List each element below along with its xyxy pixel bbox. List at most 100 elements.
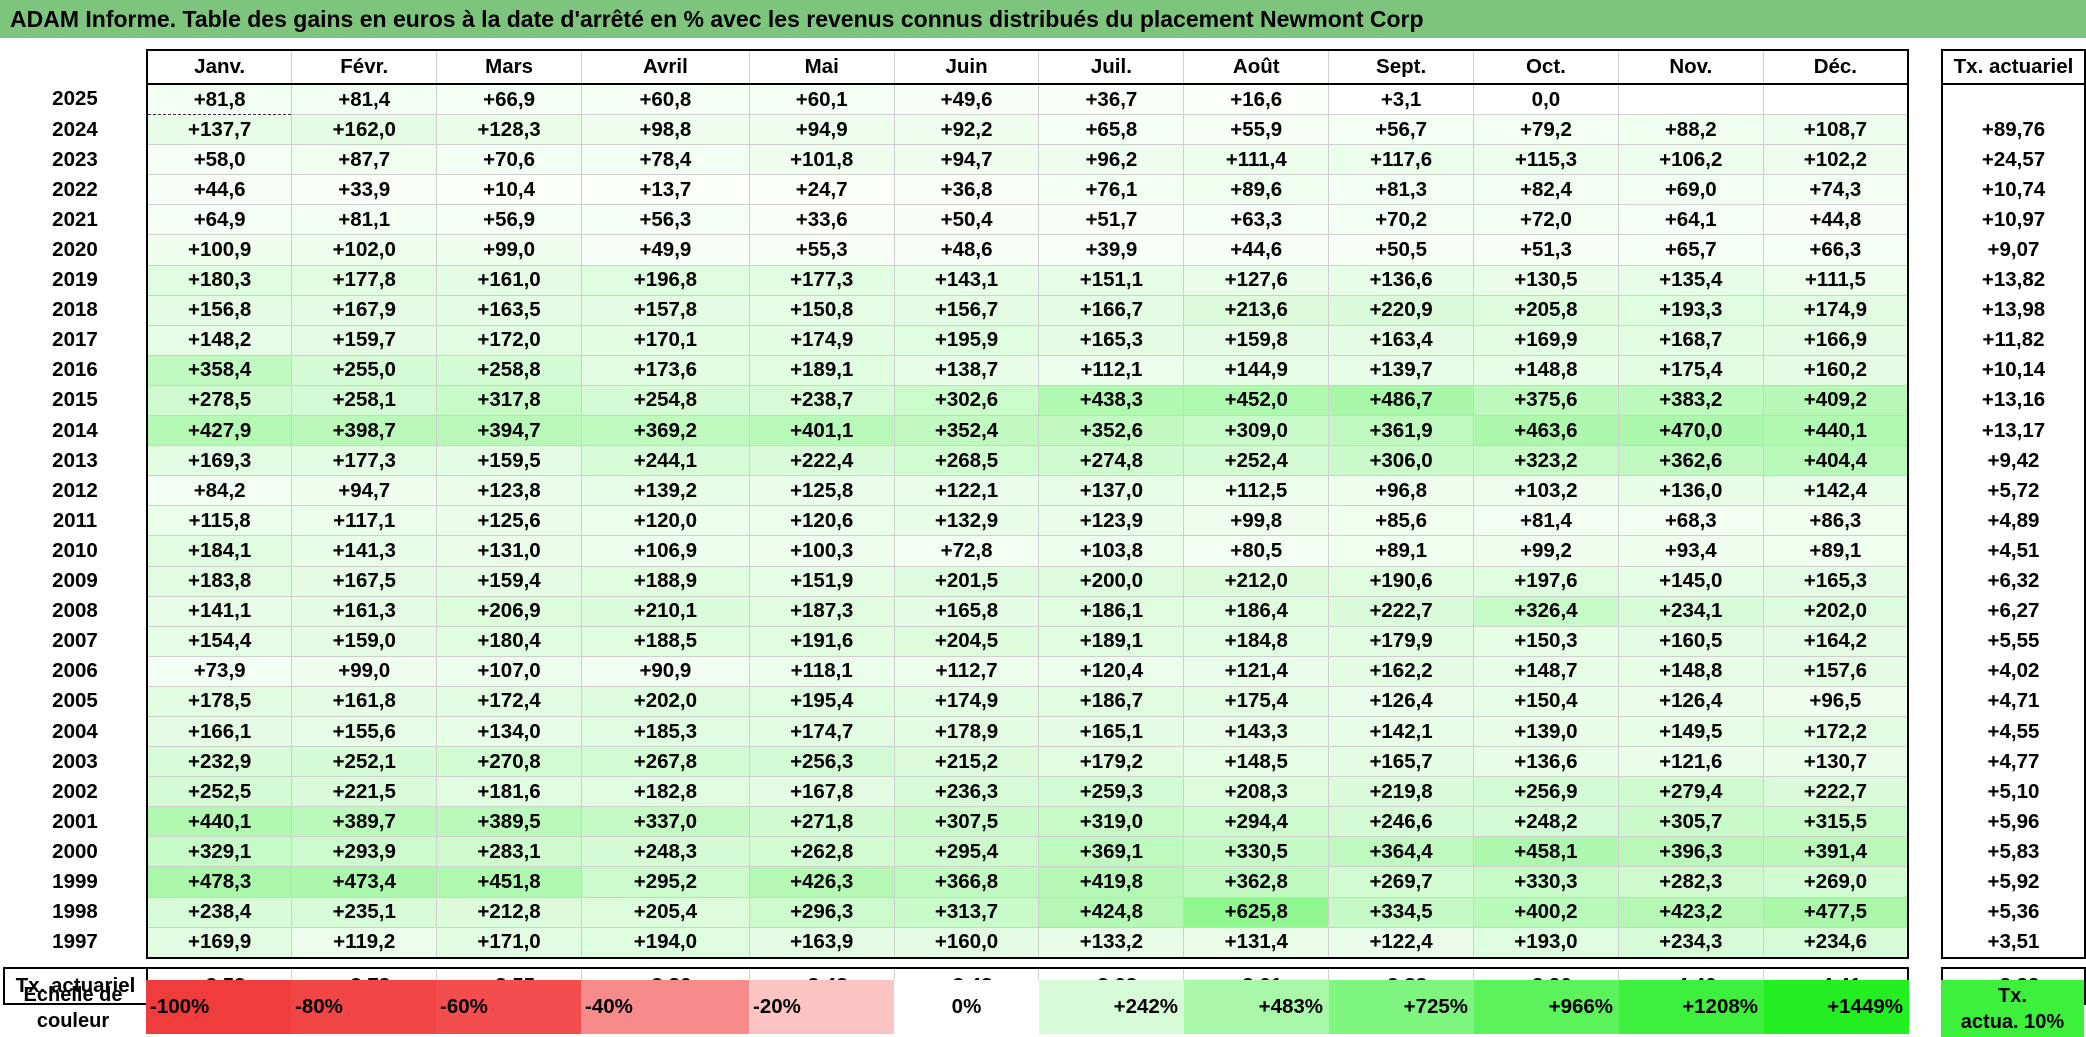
- gain-cell: +309,0: [1183, 415, 1330, 447]
- color-scale-legend: Echelle de couleur -100% -80% -60% -40% -20%…: [0, 980, 2086, 1037]
- year-label: 2006: [52, 659, 98, 683]
- gain-cell: +143,1: [893, 264, 1040, 296]
- gain-cell: +221,5: [291, 776, 438, 808]
- gain-cell: +159,5: [436, 445, 582, 477]
- column-separator: [1908, 385, 1942, 416]
- gain-cell: +157,6: [1762, 655, 1910, 687]
- annual-rate-cell: +24,57: [1940, 144, 2086, 175]
- gain-cell: +94,7: [291, 475, 438, 507]
- month-header: Janv.: [145, 49, 293, 85]
- gain-cell: +166,9: [1762, 324, 1910, 356]
- gain-cell: +142,1: [1328, 715, 1474, 748]
- gain-cell: +131,4: [1183, 926, 1330, 959]
- gain-cell: +65,8: [1038, 114, 1185, 146]
- gain-cell: +452,0: [1183, 384, 1330, 417]
- legend-label: Echelle de couleur: [0, 980, 146, 1037]
- annual-rate-cell: +4,55: [1940, 716, 2086, 747]
- year-label: 2003: [52, 749, 98, 773]
- annual-rate-cell: +5,36: [1940, 897, 2086, 928]
- gain-cell: +73,9: [145, 655, 293, 687]
- gain-cell: +50,5: [1328, 234, 1474, 266]
- month-header: Avril: [580, 49, 750, 85]
- column-separator: [1908, 746, 1942, 777]
- gain-cell: +125,6: [436, 505, 582, 537]
- table-row: 2016 +358,4 +255,0 +258,8 +173,6 +189,1 +138,7…: [4, 354, 2086, 386]
- gain-cell: +270,8: [436, 746, 582, 778]
- gain-cell: +96,5: [1762, 685, 1910, 717]
- gain-cell: +64,9: [145, 204, 293, 236]
- legend-swatch: +483%: [1184, 980, 1329, 1034]
- gain-cell: +334,5: [1328, 896, 1474, 928]
- column-separator: [1908, 174, 1942, 205]
- gain-cell: +103,2: [1473, 475, 1619, 507]
- annual-rate-cell: +10,97: [1940, 204, 2086, 235]
- table-row: 2013 +169,3 +177,3 +159,5 +244,1 +222,4 +268,5…: [4, 445, 2086, 477]
- column-separator: [1908, 445, 1942, 476]
- gain-cell: +159,7: [291, 324, 438, 356]
- table-row: 2009 +183,8 +167,5 +159,4 +188,9 +151,9 +201,5…: [4, 565, 2086, 597]
- gain-cell: +234,6: [1762, 926, 1910, 959]
- gain-cell: +204,5: [893, 625, 1040, 657]
- gain-cell: +195,4: [748, 685, 895, 717]
- annual-rate-cell: +4,77: [1940, 746, 2086, 777]
- table-row: 1998 +238,4 +235,1 +212,8 +205,4 +296,3 +313,7…: [4, 896, 2086, 928]
- gain-cell: +625,8: [1183, 896, 1330, 928]
- gain-cell: +72,0: [1473, 204, 1619, 236]
- gain-cell: +172,2: [1762, 715, 1910, 748]
- gain-cell: +118,1: [748, 655, 895, 687]
- gain-cell: +186,7: [1038, 685, 1185, 717]
- gain-cell: +293,9: [291, 836, 438, 868]
- legend-label-line1: Echelle de: [23, 984, 123, 1006]
- gain-cell: +136,6: [1328, 264, 1474, 296]
- gain-cell: +296,3: [748, 896, 895, 928]
- gain-cell: +463,6: [1473, 415, 1619, 447]
- year-label: 2024: [52, 117, 98, 141]
- gain-cell: +178,5: [145, 685, 293, 717]
- legend-swatch: -60%: [436, 980, 581, 1034]
- gain-cell: +120,0: [580, 505, 750, 537]
- gain-cell: +150,8: [748, 294, 895, 326]
- annual-rate-cell: +5,83: [1940, 836, 2086, 867]
- gain-cell: +248,2: [1473, 806, 1619, 838]
- gain-cell: +295,4: [893, 836, 1040, 868]
- gain-cell: +177,3: [291, 445, 438, 477]
- gain-cell: +51,7: [1038, 204, 1185, 236]
- gain-cell: +271,8: [748, 806, 895, 838]
- column-separator: [1908, 776, 1942, 807]
- column-separator: [1908, 114, 1942, 145]
- gain-cell: 0,0: [1473, 83, 1619, 116]
- table-row: 2021 +64,9 +81,1 +56,9 +56,3 +33,6 +50,4 +51,7 +…: [4, 204, 2086, 236]
- annual-rate-cell: +13,17: [1940, 415, 2086, 446]
- gain-cell: +96,2: [1038, 144, 1185, 176]
- table-row: 2014 +427,9 +398,7 +394,7 +369,2 +401,1 +352,4…: [4, 415, 2086, 447]
- annual-rate-cell: +9,07: [1940, 234, 2086, 266]
- gain-cell: +389,7: [291, 806, 438, 838]
- table-row: 2012 +84,2 +94,7 +123,8 +139,2 +125,8 +122,1 +1…: [4, 475, 2086, 507]
- gain-cell: +438,3: [1038, 384, 1185, 417]
- gain-cell: +155,6: [291, 715, 438, 748]
- annual-rate-cell: +6,27: [1940, 596, 2086, 627]
- gain-cell: +213,6: [1183, 294, 1330, 326]
- annual-rate-cell: +6,32: [1940, 566, 2086, 597]
- gain-cell: +206,9: [436, 595, 582, 627]
- gain-cell: +79,2: [1473, 114, 1619, 146]
- column-separator: [1908, 355, 1942, 386]
- annual-rate-cell: +13,98: [1940, 295, 2086, 326]
- annual-rate-header: Tx. actuariel: [1940, 49, 2086, 85]
- gain-cell: +205,4: [580, 896, 750, 928]
- gain-cell: +282,3: [1617, 866, 1764, 898]
- table-row: 2007 +154,4 +159,0 +180,4 +188,5 +191,6 +204,5…: [4, 625, 2086, 657]
- gain-cell: +232,9: [145, 746, 293, 778]
- gain-cell: +90,9: [580, 655, 750, 687]
- gain-cell: +119,2: [291, 926, 438, 959]
- legend-swatch: -40%: [581, 980, 749, 1034]
- gain-cell: +181,6: [436, 776, 582, 808]
- gain-cell: +307,5: [893, 806, 1040, 838]
- year-label: 2023: [52, 147, 98, 171]
- gain-cell: +440,1: [1762, 415, 1910, 447]
- gain-cell: +305,7: [1617, 806, 1764, 838]
- gain-cell: +125,8: [748, 475, 895, 507]
- year-label: 2014: [52, 418, 98, 442]
- gain-cell: +139,0: [1473, 715, 1619, 748]
- legend-tx-line1: Tx.: [1998, 985, 2027, 1007]
